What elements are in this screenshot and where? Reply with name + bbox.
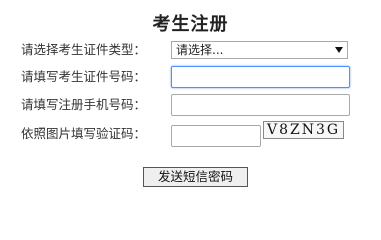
id-number-input[interactable] xyxy=(171,66,350,88)
id-number-label: 请填写考生证件号码： xyxy=(21,69,147,84)
phone-label: 请填写注册手机号码： xyxy=(21,97,147,112)
chevron-down-icon xyxy=(335,47,343,53)
phone-input[interactable] xyxy=(171,94,350,116)
send-sms-button[interactable]: 发送短信密码 xyxy=(143,167,248,187)
captcha-input[interactable] xyxy=(171,125,261,147)
captcha-label: 依照图片填写验证码： xyxy=(21,126,147,141)
id-type-label: 请选择考生证件类型： xyxy=(21,42,147,57)
id-type-selected-value: 请选择... xyxy=(176,43,224,57)
id-type-select[interactable]: 请选择... xyxy=(171,41,348,59)
page-title: 考生注册 xyxy=(152,14,229,35)
captcha-image[interactable]: V8ZN3G xyxy=(263,121,344,139)
